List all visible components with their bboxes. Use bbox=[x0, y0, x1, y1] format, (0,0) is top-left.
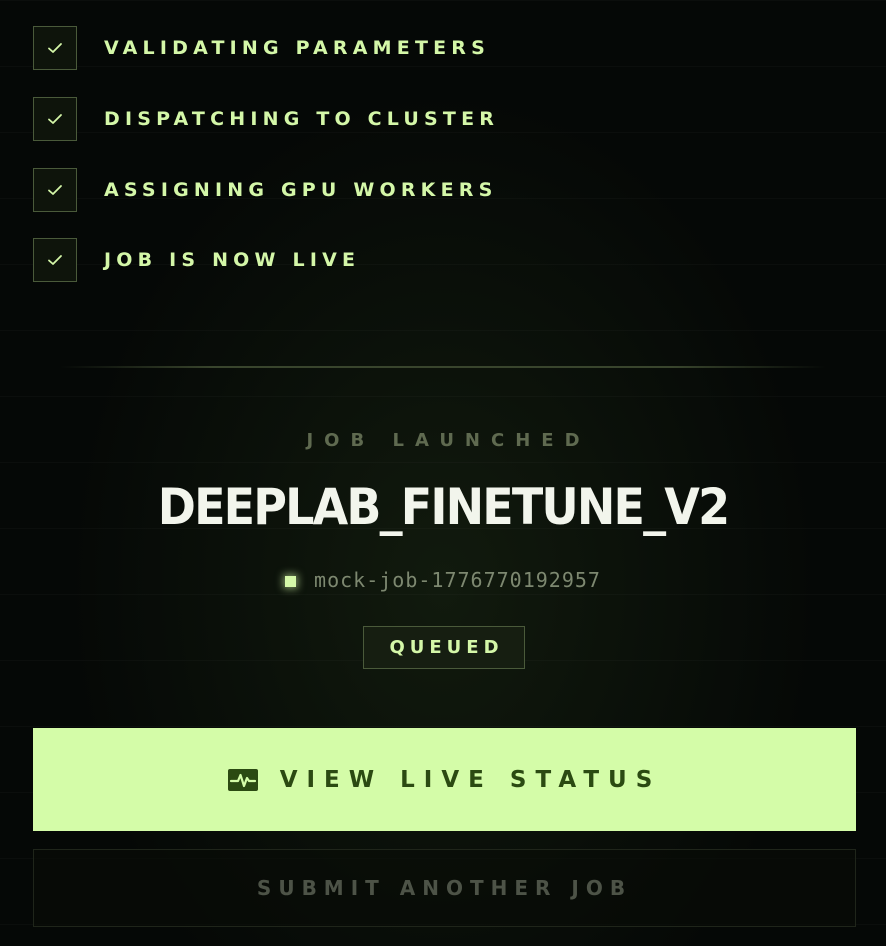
status-badge: QUEUED bbox=[363, 626, 525, 669]
step-item-dispatching: DISPATCHING TO CLUSTER bbox=[33, 96, 499, 142]
step-label: JOB IS NOW LIVE bbox=[104, 249, 361, 271]
job-name-title: DEEPLAB_FINETUNE_V2 bbox=[157, 478, 730, 536]
section-divider bbox=[60, 366, 826, 368]
step-label: DISPATCHING TO CLUSTER bbox=[104, 108, 500, 130]
job-id-row: mock-job-1776770192957 bbox=[0, 568, 886, 592]
checkbox-checked bbox=[33, 26, 77, 70]
job-launched-heading: JOB LAUNCHED bbox=[306, 430, 591, 451]
view-live-status-button[interactable]: VIEW LIVE STATUS bbox=[33, 728, 856, 831]
checkmark-icon bbox=[48, 114, 62, 124]
step-label: VALIDATING PARAMETERS bbox=[104, 37, 490, 59]
view-live-status-label: VIEW LIVE STATUS bbox=[279, 766, 662, 793]
checkmark-icon bbox=[48, 43, 62, 53]
submit-another-job-label: SUBMIT ANOTHER JOB bbox=[256, 876, 633, 900]
checkmark-icon bbox=[48, 255, 62, 265]
step-item-assigning: ASSIGNING GPU WORKERS bbox=[33, 167, 498, 213]
submit-another-job-button[interactable]: SUBMIT ANOTHER JOB bbox=[33, 849, 856, 927]
step-item-validating: VALIDATING PARAMETERS bbox=[33, 25, 490, 71]
checkbox-checked bbox=[33, 97, 77, 141]
checkbox-checked bbox=[33, 238, 77, 282]
checkmark-icon bbox=[48, 185, 62, 195]
status-dot-icon bbox=[285, 575, 297, 587]
job-id-text: mock-job-1776770192957 bbox=[314, 568, 601, 592]
activity-pulse-icon bbox=[227, 768, 258, 791]
step-item-live: JOB IS NOW LIVE bbox=[33, 237, 360, 283]
checkbox-checked bbox=[33, 168, 77, 212]
step-label: ASSIGNING GPU WORKERS bbox=[104, 179, 498, 201]
